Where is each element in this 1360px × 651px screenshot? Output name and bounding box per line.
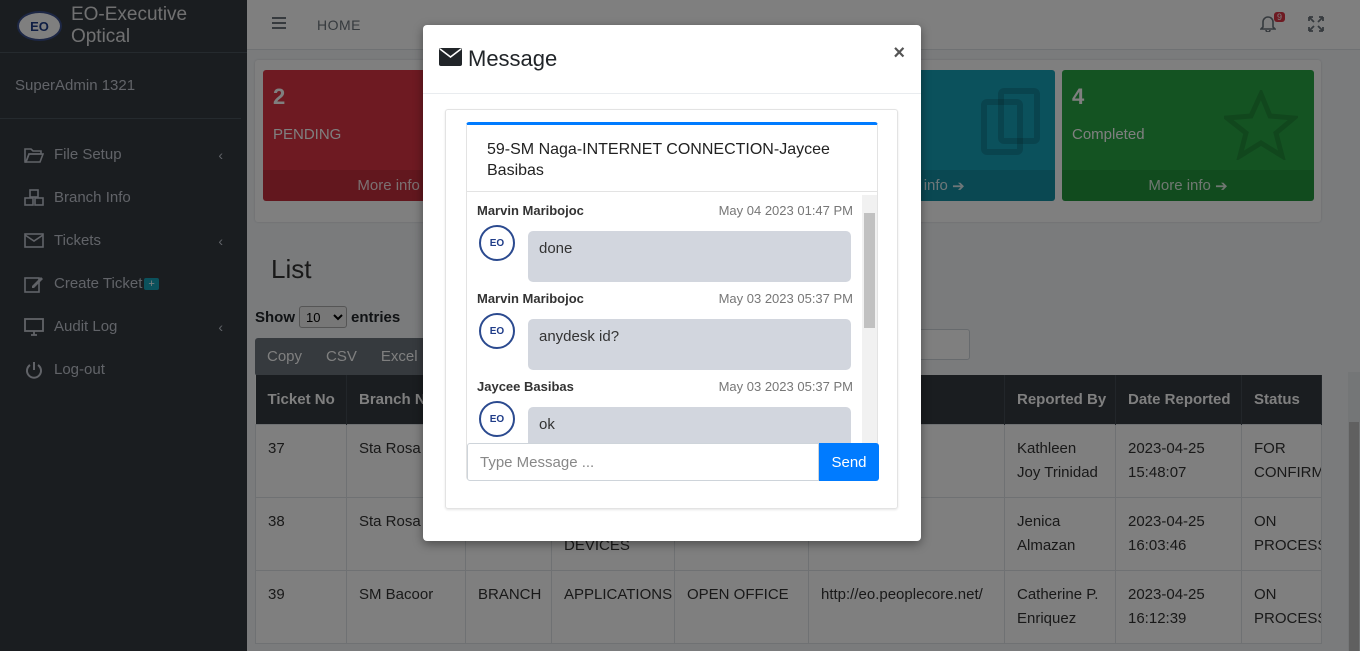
message-time: May 04 2023 01:47 PM (718, 202, 853, 218)
modal-header: Message (423, 25, 921, 94)
message-time: May 03 2023 05:37 PM (718, 378, 853, 394)
message-text: done (528, 231, 851, 282)
message-sender: Jaycee Basibas (477, 378, 574, 394)
message-time: May 03 2023 05:37 PM (718, 290, 853, 306)
avatar: EO (479, 225, 515, 261)
send-button[interactable]: Send (819, 443, 879, 481)
chat-scrollbar[interactable] (862, 195, 877, 443)
chat-box: 59-SM Naga-INTERNET CONNECTION-Jaycee Ba… (466, 122, 879, 481)
chat-scrollbar-thumb[interactable] (864, 213, 875, 328)
message-modal: Message × 59-SM Naga-INTERNET CONNECTION… (423, 25, 921, 541)
chat-messages[interactable]: Marvin Maribojoc May 04 2023 01:47 PM EO … (467, 195, 879, 443)
chat-message: Marvin Maribojoc May 04 2023 01:47 PM EO … (467, 195, 879, 283)
modal-body: 59-SM Naga-INTERNET CONNECTION-Jaycee Ba… (445, 109, 898, 509)
envelope-icon (439, 48, 462, 70)
modal-title: Message (468, 46, 558, 71)
avatar: EO (479, 401, 515, 437)
message-sender: Marvin Maribojoc (477, 202, 584, 218)
avatar: EO (479, 313, 515, 349)
message-text: anydesk id? (528, 319, 851, 370)
message-sender: Marvin Maribojoc (477, 290, 584, 306)
chat-input-group: Send (467, 443, 879, 481)
chat-message: Marvin Maribojoc May 03 2023 05:37 PM EO … (467, 283, 879, 371)
close-button[interactable]: × (893, 42, 905, 65)
message-input[interactable] (467, 443, 819, 481)
chat-title: 59-SM Naga-INTERNET CONNECTION-Jaycee Ba… (467, 125, 877, 192)
chat-message: Jaycee Basibas May 03 2023 05:37 PM EO ok (467, 371, 879, 443)
message-text: ok (528, 407, 851, 443)
